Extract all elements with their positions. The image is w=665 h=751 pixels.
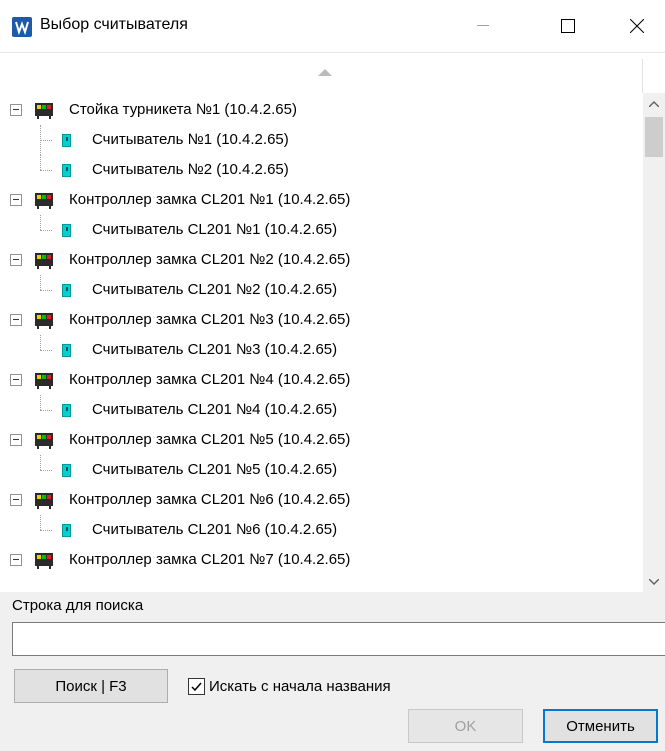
reader-icon — [62, 344, 71, 357]
chevron-down-icon — [649, 579, 659, 585]
controller-icon — [35, 313, 53, 329]
reader-icon — [62, 224, 71, 237]
tree-line — [40, 410, 52, 411]
tree-line — [40, 170, 52, 171]
column-separator — [642, 59, 643, 93]
reader-label: Считыватель CL201 №5 (10.4.2.65) — [92, 461, 338, 478]
tree-line — [40, 350, 52, 351]
window-title: Выбор считывателя — [40, 16, 188, 33]
tree-line — [40, 215, 41, 230]
search-from-start-checkbox[interactable]: Искать с начала названия — [188, 676, 391, 696]
tree-node-device[interactable]: Контроллер замка CL201 №5 (10.4.2.65) — [0, 425, 643, 455]
tree-line — [40, 530, 52, 531]
tree-line — [40, 470, 52, 471]
controller-icon — [35, 103, 53, 119]
tree-node-reader[interactable]: Считыватель CL201 №1 (10.4.2.65) — [0, 215, 643, 245]
collapse-toggle-icon[interactable] — [10, 374, 22, 386]
tree-node-device[interactable]: Контроллер замка CL201 №7 (10.4.2.65) — [0, 545, 643, 575]
tree-line — [40, 230, 52, 231]
reader-icon — [62, 464, 71, 477]
controller-icon — [35, 253, 53, 269]
device-tree-panel: Стойка турникета №1 (10.4.2.65) Считывате… — [0, 52, 665, 593]
controller-icon — [35, 193, 53, 209]
reader-label: Считыватель CL201 №2 (10.4.2.65) — [92, 281, 338, 298]
checkmark-icon — [191, 682, 202, 691]
reader-label: Считыватель CL201 №4 (10.4.2.65) — [92, 401, 338, 418]
reader-icon — [62, 404, 71, 417]
search-button[interactable]: Поиск | F3 — [14, 669, 168, 703]
controller-icon — [35, 493, 53, 509]
tree-line — [40, 290, 52, 291]
reader-label: Считыватель CL201 №1 (10.4.2.65) — [92, 221, 338, 238]
cancel-button[interactable]: Отменить — [543, 709, 658, 743]
search-label: Строка для поиска — [12, 597, 144, 614]
tree-line — [40, 515, 41, 530]
tree-line — [40, 275, 41, 290]
tree-line — [40, 155, 41, 170]
reader-icon — [62, 284, 71, 297]
search-input[interactable] — [12, 622, 665, 656]
tree-node-reader[interactable]: Считыватель CL201 №2 (10.4.2.65) — [0, 275, 643, 305]
checkbox-label: Искать с начала названия — [209, 677, 391, 695]
controller-icon — [35, 373, 53, 389]
minimize-button[interactable] — [455, 0, 511, 52]
tree-node-device[interactable]: Контроллер замка CL201 №4 (10.4.2.65) — [0, 365, 643, 395]
collapse-toggle-icon[interactable] — [10, 434, 22, 446]
tree-line — [40, 455, 41, 470]
collapse-toggle-icon[interactable] — [10, 194, 22, 206]
device-label: Контроллер замка CL201 №7 (10.4.2.65) — [69, 551, 351, 568]
collapse-toggle-icon[interactable] — [10, 314, 22, 326]
device-label: Контроллер замка CL201 №4 (10.4.2.65) — [69, 371, 351, 388]
tree-node-device[interactable]: Контроллер замка CL201 №6 (10.4.2.65) — [0, 485, 643, 515]
device-label: Контроллер замка CL201 №2 (10.4.2.65) — [69, 251, 351, 268]
reader-label: Считыватель №1 (10.4.2.65) — [92, 131, 289, 148]
device-label: Контроллер замка CL201 №5 (10.4.2.65) — [69, 431, 351, 448]
minimize-icon — [477, 25, 489, 26]
device-label: Контроллер замка CL201 №3 (10.4.2.65) — [69, 311, 351, 328]
chevron-up-icon — [649, 101, 659, 107]
close-button[interactable] — [609, 0, 665, 52]
scroll-down-button[interactable] — [643, 571, 665, 593]
tree-node-reader[interactable]: Считыватель CL201 №4 (10.4.2.65) — [0, 395, 643, 425]
tree-line — [40, 395, 41, 410]
tree-node-reader[interactable]: Считыватель CL201 №5 (10.4.2.65) — [0, 455, 643, 485]
collapse-toggle-icon[interactable] — [10, 494, 22, 506]
collapse-toggle-icon[interactable] — [10, 554, 22, 566]
maximize-icon — [561, 19, 575, 33]
tree-node-reader[interactable]: Считыватель №2 (10.4.2.65) — [0, 155, 643, 185]
reader-icon — [62, 164, 71, 177]
device-label: Стойка турникета №1 (10.4.2.65) — [69, 101, 297, 118]
vertical-scrollbar[interactable] — [643, 93, 665, 593]
tree-line — [40, 335, 41, 350]
tree-node-reader[interactable]: Считыватель CL201 №6 (10.4.2.65) — [0, 515, 643, 545]
title-bar: Выбор считывателя — [0, 0, 665, 52]
device-label: Контроллер замка CL201 №6 (10.4.2.65) — [69, 491, 351, 508]
scroll-up-button[interactable] — [643, 93, 665, 115]
controller-icon — [35, 433, 53, 449]
reader-label: Считыватель CL201 №3 (10.4.2.65) — [92, 341, 338, 358]
maximize-button[interactable] — [540, 0, 596, 52]
checkbox[interactable] — [188, 677, 205, 695]
tree-node-device[interactable]: Контроллер замка CL201 №3 (10.4.2.65) — [0, 305, 643, 335]
scroll-thumb[interactable] — [645, 117, 663, 157]
device-tree[interactable]: Стойка турникета №1 (10.4.2.65) Считывате… — [0, 95, 643, 593]
tree-node-device[interactable]: Стойка турникета №1 (10.4.2.65) — [0, 95, 643, 125]
collapse-toggle-icon[interactable] — [10, 104, 22, 116]
reader-icon — [62, 524, 71, 537]
collapse-toggle-icon[interactable] — [10, 254, 22, 266]
controller-icon — [35, 553, 53, 569]
tree-node-reader[interactable]: Считыватель CL201 №3 (10.4.2.65) — [0, 335, 643, 365]
reader-icon — [62, 134, 71, 147]
sort-ascending-icon[interactable] — [318, 69, 332, 76]
reader-label: Считыватель CL201 №6 (10.4.2.65) — [92, 521, 338, 538]
tree-node-reader[interactable]: Считыватель №1 (10.4.2.65) — [0, 125, 643, 155]
tree-node-device[interactable]: Контроллер замка CL201 №1 (10.4.2.65) — [0, 185, 643, 215]
app-logo-icon — [12, 17, 32, 37]
ok-button[interactable]: OK — [408, 709, 523, 743]
device-label: Контроллер замка CL201 №1 (10.4.2.65) — [69, 191, 351, 208]
close-icon — [630, 19, 644, 33]
tree-node-device[interactable]: Контроллер замка CL201 №2 (10.4.2.65) — [0, 245, 643, 275]
reader-label: Считыватель №2 (10.4.2.65) — [92, 161, 289, 178]
tree-line — [40, 140, 52, 141]
